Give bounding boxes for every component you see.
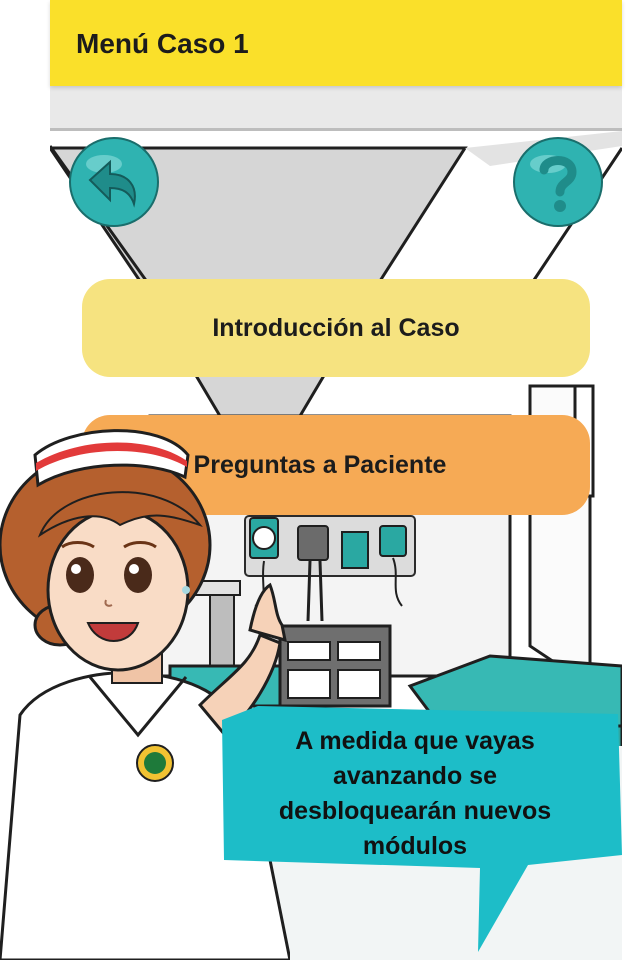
app-bar-title: Menú Caso 1 bbox=[76, 28, 249, 59]
message-line: desbloquearán nuevos bbox=[278, 797, 552, 825]
message-line: módulos bbox=[362, 832, 468, 860]
back-arrow-icon bbox=[69, 137, 159, 227]
message-line: avanzando se bbox=[333, 762, 497, 790]
intro-case-label: Introducción al Caso bbox=[212, 313, 460, 342]
question-mark-icon bbox=[513, 137, 603, 227]
unlock-modules-message: A medida que vayas avanzando se desbloqu… bbox=[250, 724, 580, 864]
app-bar: Menú Caso 1 bbox=[50, 0, 622, 86]
back-button[interactable] bbox=[68, 136, 160, 228]
message-line: A medida que vayas bbox=[295, 727, 535, 755]
intro-case-button[interactable]: Introducción al Caso bbox=[82, 279, 590, 377]
screen: Menú Caso 1 Introducción al Caso Pregunt… bbox=[0, 0, 640, 960]
help-button[interactable] bbox=[512, 136, 604, 228]
